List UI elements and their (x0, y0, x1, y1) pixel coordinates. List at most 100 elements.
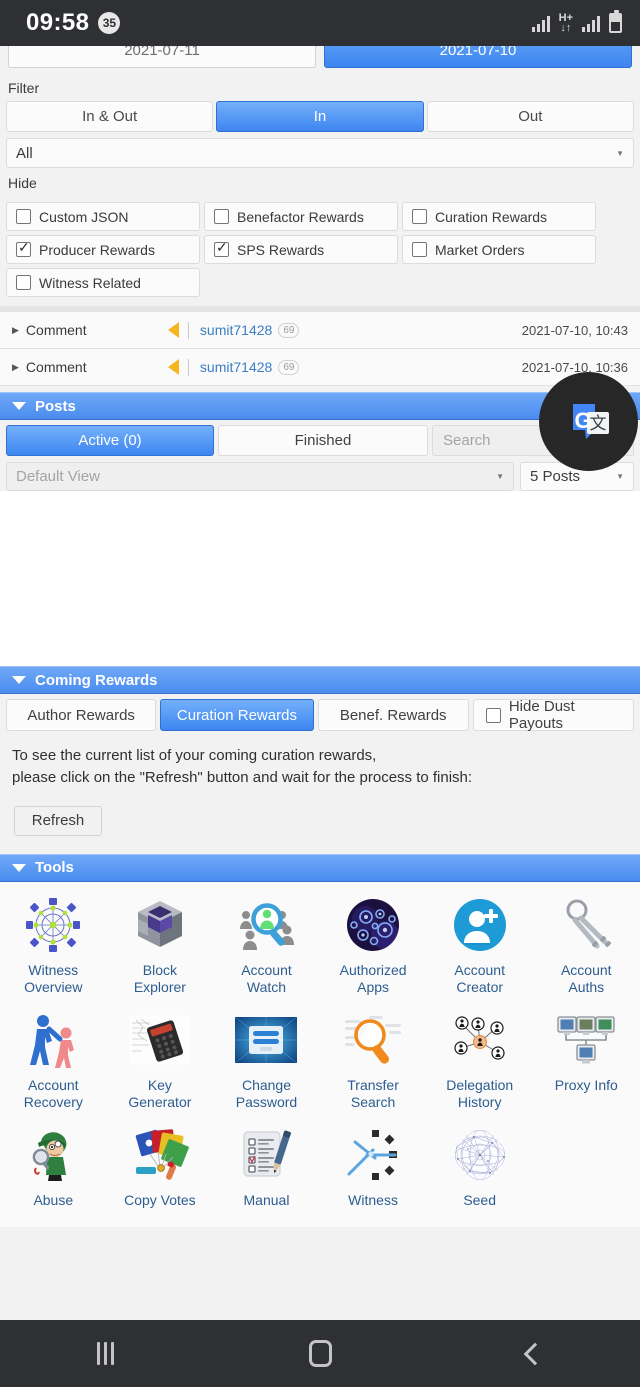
posts-empty-area (0, 491, 640, 666)
date-button-left[interactable]: 2021-07-11 (8, 46, 316, 68)
tool-key-generator[interactable]: Key Generator (107, 1009, 214, 1124)
transfer-search-icon (342, 1009, 404, 1071)
tool-delegation-history[interactable]: Delegation History (426, 1009, 533, 1124)
posts-view-dropdown[interactable]: Default View ▼ (6, 462, 514, 491)
date-selector-row: 2021-07-11 2021-07-10 (0, 46, 640, 73)
home-icon[interactable] (308, 1340, 332, 1367)
filter-segmented-control: In & Out In Out (0, 101, 640, 132)
account-creator-icon (449, 894, 511, 956)
abuse-icon (22, 1124, 84, 1186)
tool-proxy-info[interactable]: Proxy Info (533, 1009, 640, 1124)
block-explorer-icon (129, 894, 191, 956)
tool-label: Seed (463, 1192, 496, 1210)
tool-label: Key Generator (128, 1077, 191, 1112)
tool-label-line2: Generator (128, 1094, 192, 1110)
reputation-badge: 69 (278, 359, 300, 375)
tab-active-posts[interactable]: Active (0) (6, 425, 214, 456)
status-clock: 09:58 (26, 9, 90, 36)
account-link[interactable]: sumit71428 (200, 359, 272, 375)
account-link[interactable]: sumit71428 (200, 322, 272, 338)
tool-account-creator[interactable]: Account Creator (426, 894, 533, 1009)
tool-transfer-search[interactable]: Transfer Search (320, 1009, 427, 1124)
tool-label-line2: Apps (357, 979, 390, 995)
tool-label-line2: Watch (246, 979, 287, 995)
filter-label: Filter (8, 80, 40, 96)
hide-checkbox-label: Benefactor Rewards (237, 208, 364, 225)
tool-label-line1: Copy Votes (124, 1191, 196, 1208)
google-translate-button[interactable]: G 文 (539, 372, 638, 471)
chevron-right-icon: ▶ (12, 361, 19, 372)
filter-type-value: All (16, 144, 33, 162)
tool-witness-overview[interactable]: Witness Overview (0, 894, 107, 1009)
filter-option-in-and-out[interactable]: In & Out (6, 101, 214, 132)
checkbox-icon (412, 242, 427, 257)
table-row[interactable]: ▶ Comment sumit71428 69 2021-07-10, 10:3… (0, 349, 640, 386)
tool-account-recovery[interactable]: Account Recovery (0, 1009, 107, 1124)
tools-panel-header[interactable]: Tools (0, 853, 640, 882)
tool-authorized-apps[interactable]: Authorized Apps (320, 894, 427, 1009)
hide-checkbox-producer-rewards[interactable]: Producer Rewards (6, 235, 200, 264)
tool-label-line2: Auths (568, 979, 605, 995)
hide-checkbox-custom-json[interactable]: Custom JSON (6, 202, 200, 231)
tool-label-line2: Recovery (23, 1094, 83, 1110)
filter-option-in[interactable]: In (216, 101, 424, 132)
tool-manual[interactable]: Manual (213, 1124, 320, 1222)
tool-seed[interactable]: Seed (426, 1124, 533, 1222)
tool-label-line2: Explorer (133, 979, 186, 995)
tool-label-line2: Password (235, 1094, 298, 1110)
tool-label-line1: Seed (463, 1191, 497, 1208)
coming-rewards-panel-header[interactable]: Coming Rewards (0, 666, 640, 694)
filter-option-out[interactable]: Out (426, 101, 634, 132)
collapse-triangle-icon (12, 863, 26, 872)
tool-account-watch[interactable]: Account Watch (213, 894, 320, 1009)
hide-checkbox-witness-related[interactable]: Witness Related (6, 268, 200, 297)
tab-author-rewards[interactable]: Author Rewards (6, 699, 157, 731)
account-watch-icon (235, 894, 297, 956)
hide-checkbox-sps-rewards[interactable]: SPS Rewards (204, 235, 398, 264)
hide-checkbox-label: Producer Rewards (39, 241, 155, 258)
tool-label: Abuse (33, 1192, 73, 1210)
tool-label: Witness (348, 1192, 398, 1210)
tool-abuse[interactable]: Abuse (0, 1124, 107, 1222)
recents-icon[interactable] (97, 1342, 115, 1365)
back-icon[interactable] (523, 1342, 546, 1365)
tool-label-line1: Account (560, 961, 612, 978)
date-button-right-selected[interactable]: 2021-07-10 (324, 46, 632, 68)
refresh-button[interactable]: Refresh (14, 805, 102, 836)
filter-type-dropdown[interactable]: All ▼ (6, 138, 634, 168)
hide-checkbox-market-orders[interactable]: Market Orders (402, 235, 596, 264)
checkbox-checked-icon (16, 240, 31, 257)
status-bar-right: H+ ↓↑ (531, 10, 622, 34)
tool-witness[interactable]: Witness (320, 1124, 427, 1222)
tool-block-explorer[interactable]: Block Explorer (107, 894, 214, 1009)
tool-label: Delegation History (446, 1077, 513, 1112)
tool-label-line2: History (457, 1094, 502, 1110)
hide-dust-payouts-checkbox[interactable]: Hide Dust Payouts (472, 698, 634, 732)
android-nav-bar (0, 1320, 640, 1387)
tool-copy-votes[interactable]: Copy Votes (107, 1124, 214, 1222)
hide-checkbox-curation-rewards[interactable]: Curation Rewards (402, 202, 596, 231)
tab-benefactor-rewards[interactable]: Benef. Rewards (317, 699, 469, 731)
hide-checkbox-benefactor-rewards[interactable]: Benefactor Rewards (204, 202, 398, 231)
authorized-apps-icon (342, 894, 404, 956)
tab-curation-rewards[interactable]: Curation Rewards (160, 699, 314, 731)
tools-row: Abuse Copy Votes Manual Witness Seed (0, 1124, 640, 1222)
tool-label: Account Creator (454, 962, 505, 997)
tool-change-password[interactable]: Change Password (213, 1009, 320, 1124)
chevron-down-icon: ▼ (616, 148, 624, 158)
tool-account-auths[interactable]: Account Auths (533, 894, 640, 1009)
signal-bars-icon (531, 15, 550, 32)
tool-label: Witness Overview (24, 962, 82, 997)
tool-label-line2: Overview (24, 979, 83, 995)
phone-screen: 09:58 35 H+ ↓↑ 2021-07-11 2021-07-10 Fil… (0, 0, 640, 1387)
tool-label: Authorized Apps (340, 962, 407, 997)
tab-finished-posts[interactable]: Finished (218, 425, 428, 456)
chevron-right-icon: ▶ (12, 324, 19, 335)
table-row[interactable]: ▶ Comment sumit71428 69 2021-07-10, 10:4… (0, 312, 640, 349)
witness-icon (342, 1124, 404, 1186)
tools-row: Witness Overview Block Explorer Account … (0, 894, 640, 1009)
coming-rewards-title: Coming Rewards (35, 671, 158, 689)
status-bar-left: 09:58 35 (26, 9, 121, 37)
battery-icon (609, 10, 622, 33)
seed-icon (449, 1124, 511, 1186)
